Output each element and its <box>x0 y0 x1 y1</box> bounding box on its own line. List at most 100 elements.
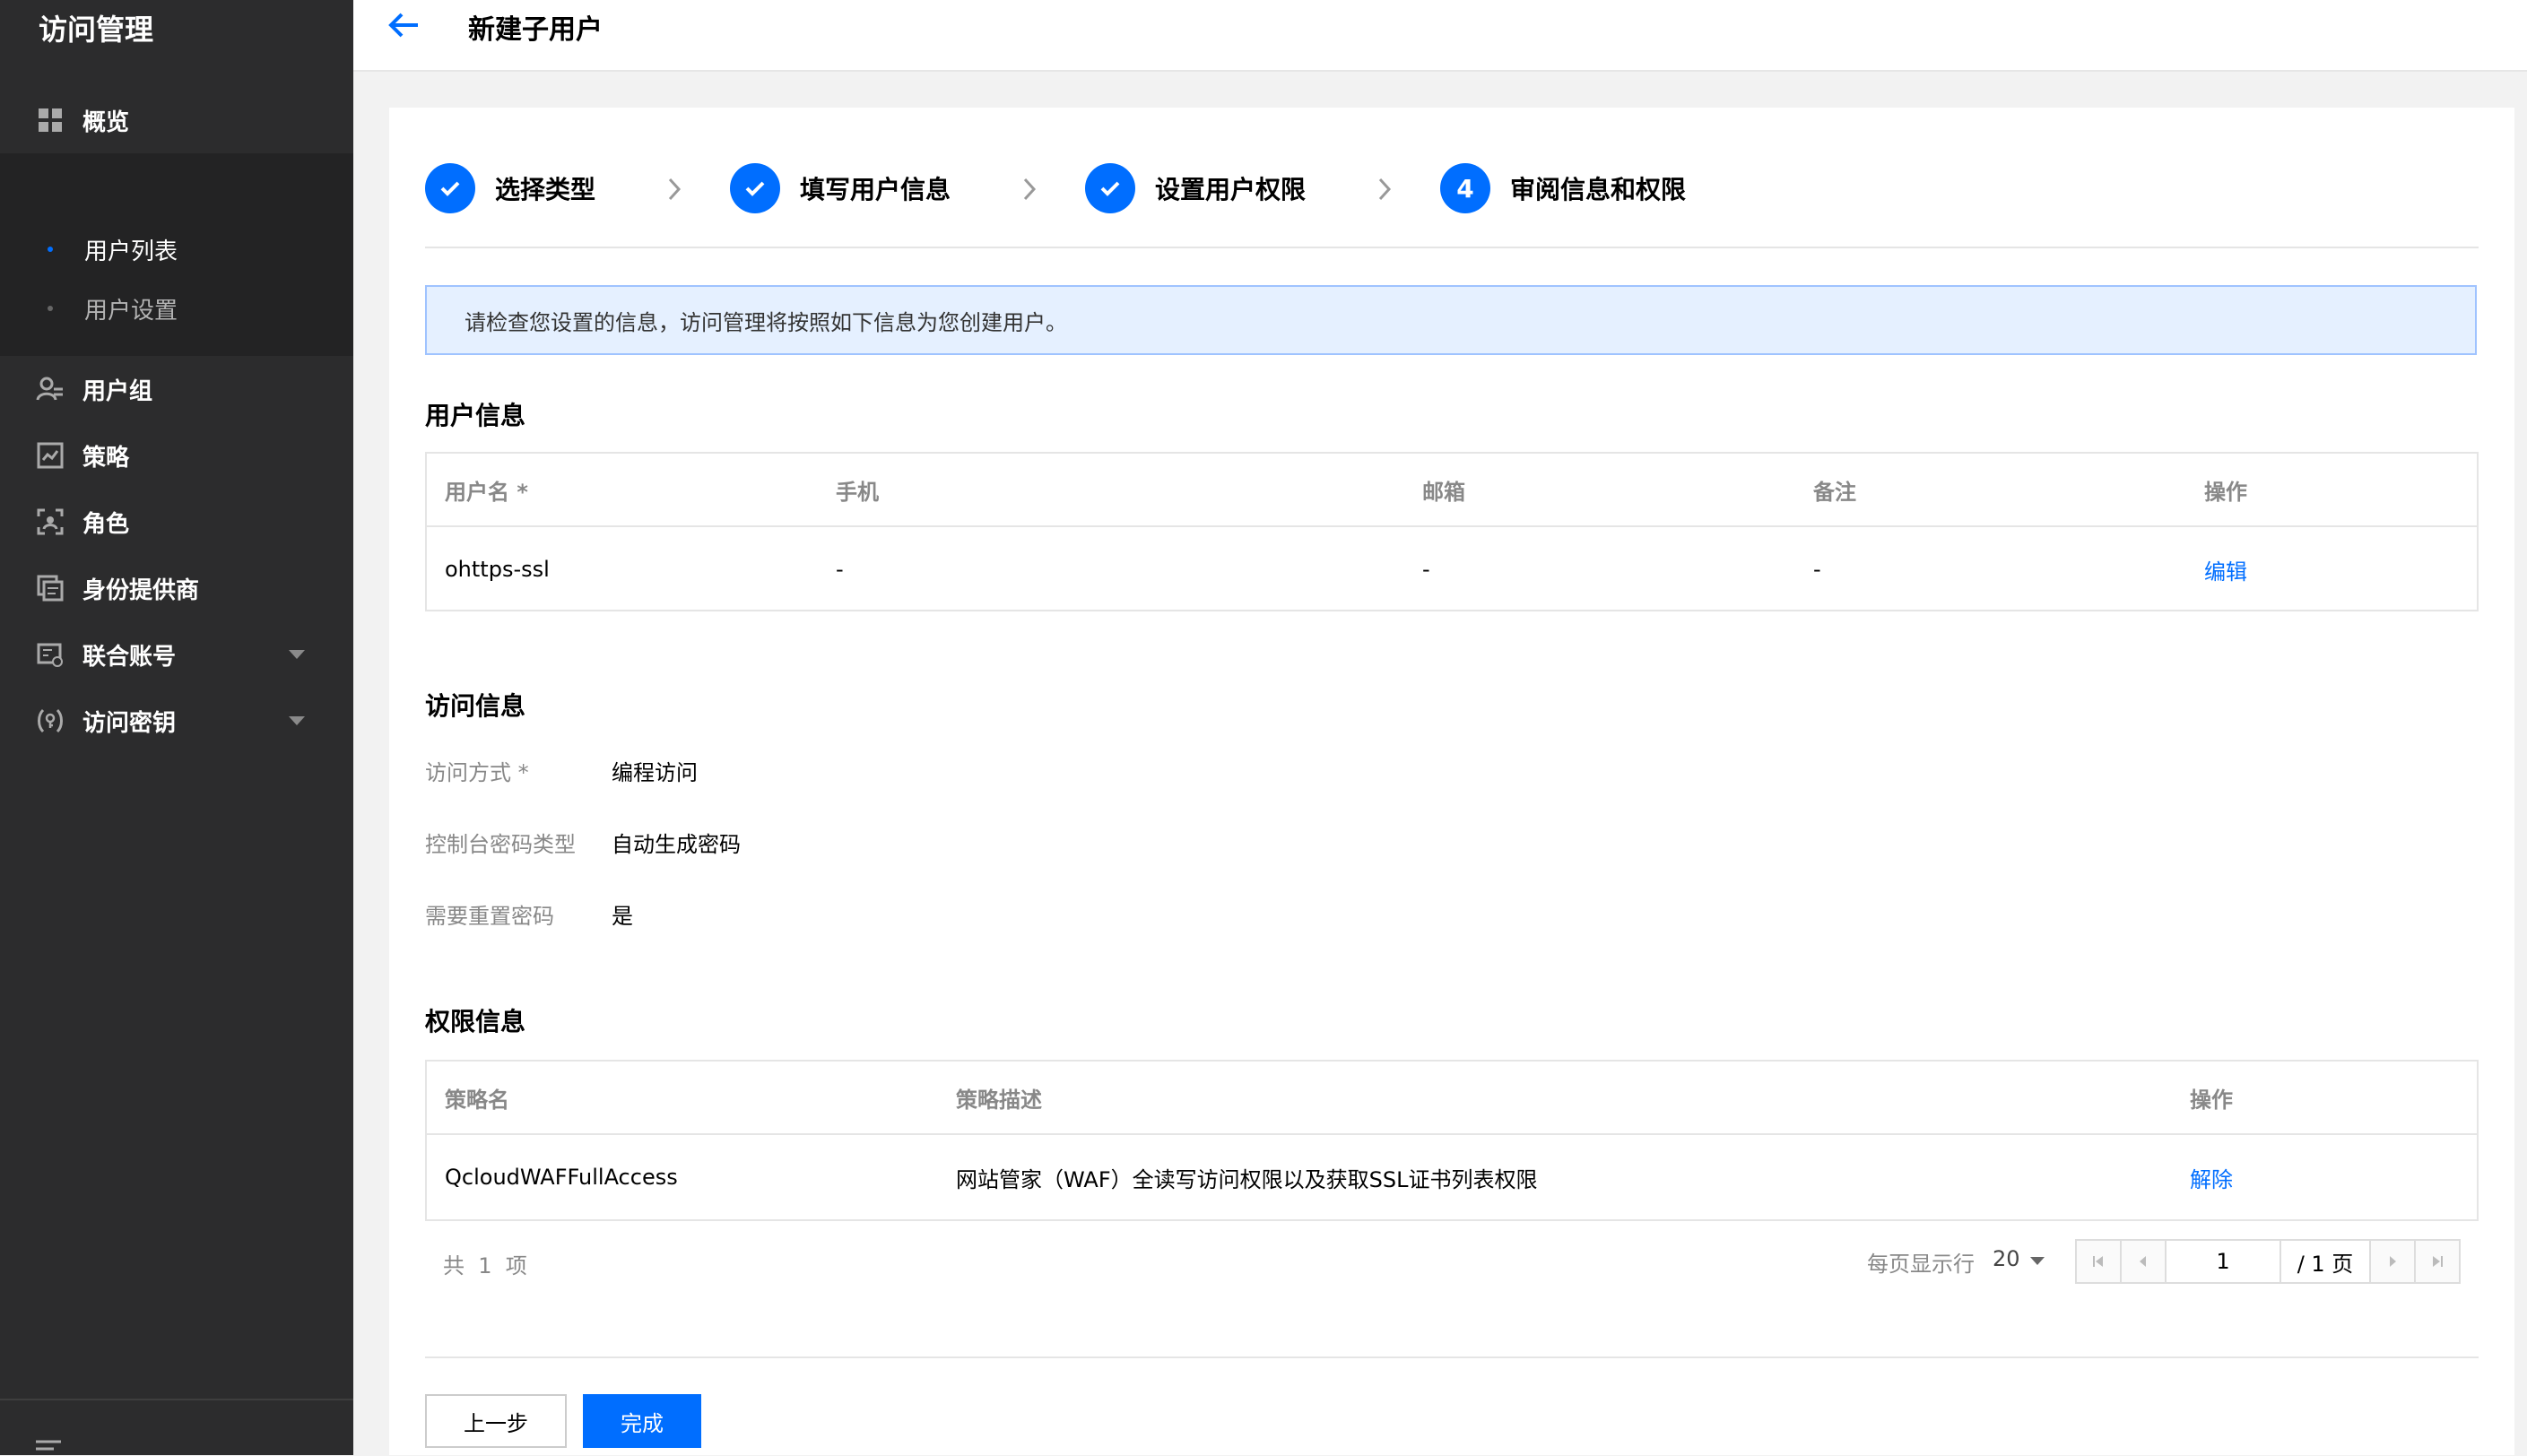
app-title: 访问管理 <box>39 13 154 47</box>
role-icon <box>37 508 64 535</box>
page-header: 新建子用户 <box>353 0 2527 72</box>
page-size-label: 每页显示行 <box>1867 1252 1975 1277</box>
pagination-controls: / 1 页 <box>2075 1239 2461 1284</box>
step-number: 4 <box>1440 163 1490 213</box>
sidebar-subitem-label: 用户列表 <box>84 238 178 265</box>
sidebar-subitem-label: 用户设置 <box>84 297 178 325</box>
email-cell: - <box>1422 557 1430 582</box>
chevron-right-icon <box>1378 178 1392 201</box>
sidebar-item-label: 身份提供商 <box>82 576 200 604</box>
previous-step-button[interactable]: 上一步 <box>425 1394 567 1448</box>
last-page-button[interactable] <box>2416 1241 2460 1282</box>
sidebar-subitem-user-list[interactable]: 用户列表 <box>0 222 353 276</box>
content-card: 选择类型 填写用户信息 设置用户权限 4 审阅信息和权限 请检查您设置的信息，访… <box>389 108 2514 1455</box>
check-icon <box>730 163 780 213</box>
caret-right-icon <box>2389 1256 2396 1267</box>
page-title: 新建子用户 <box>468 14 603 46</box>
sidebar-item-user-groups[interactable]: 用户组 <box>0 358 353 420</box>
field-value-access-method: 编程访问 <box>612 760 698 785</box>
sidebar-item-label: 访问密钥 <box>82 709 177 737</box>
column-header: 策略名 <box>445 1087 509 1113</box>
field-label-reset-password: 需要重置密码 <box>425 904 554 929</box>
prev-page-button[interactable] <box>2122 1241 2167 1282</box>
step-label: 填写用户信息 <box>800 175 951 204</box>
inactive-dot <box>48 306 53 311</box>
last-page-icon <box>2433 1256 2443 1267</box>
chevron-down-icon <box>289 650 305 659</box>
sidebar-item-label: 策略 <box>82 444 130 472</box>
column-header: 邮箱 <box>1422 479 1465 505</box>
sidebar-submenu-users: 用户列表 用户设置 <box>0 153 353 356</box>
sidebar-item-federated-accounts[interactable]: 联合账号 <box>0 623 353 686</box>
sidebar: 访问管理 概览 用户 用户列表 用户设置 用户组 <box>0 0 353 1455</box>
column-header: 操作 <box>2190 1087 2233 1113</box>
chevron-right-icon <box>1023 178 1037 201</box>
grid-icon <box>39 108 62 132</box>
sidebar-item-identity-providers[interactable]: 身份提供商 <box>0 557 353 620</box>
table-header: 用户名 * 手机 邮箱 备注 操作 <box>427 454 2477 527</box>
user-group-icon <box>36 377 63 401</box>
remove-link[interactable]: 解除 <box>2190 1135 2233 1219</box>
sidebar-divider <box>0 1399 353 1400</box>
sidebar-item-access-keys[interactable]: 访问密钥 <box>0 689 353 752</box>
sidebar-item-label: 角色 <box>82 510 130 538</box>
info-notice: 请检查您设置的信息，访问管理将按照如下信息为您创建用户。 <box>425 285 2477 355</box>
field-value-reset-password: 是 <box>612 904 633 929</box>
column-header: 用户名 * <box>445 479 528 505</box>
check-icon <box>425 163 475 213</box>
page-size-select[interactable]: 20 <box>1993 1246 2020 1271</box>
step-review: 4 审阅信息和权限 <box>1440 163 1686 213</box>
arrow-left-icon[interactable] <box>386 11 421 39</box>
identity-provider-icon <box>37 575 64 602</box>
sidebar-item-policies[interactable]: 策略 <box>0 424 353 487</box>
edit-link[interactable]: 编辑 <box>2204 527 2247 611</box>
step-select-type: 选择类型 <box>425 163 595 213</box>
step-label: 审阅信息和权限 <box>1510 175 1687 204</box>
divider <box>425 247 2479 248</box>
username-cell: ohttps-ssl <box>445 557 550 582</box>
next-page-button[interactable] <box>2370 1241 2416 1282</box>
caret-down-icon <box>2030 1257 2045 1265</box>
phone-cell: - <box>836 557 844 582</box>
field-value-password-type: 自动生成密码 <box>612 832 741 857</box>
user-info-table: 用户名 * 手机 邮箱 备注 操作 ohttps-ssl - - - 编辑 <box>425 452 2479 611</box>
divider <box>425 1356 2479 1358</box>
step-indicator: 选择类型 填写用户信息 设置用户权限 4 审阅信息和权限 <box>425 163 2497 213</box>
column-header: 操作 <box>2204 479 2247 505</box>
section-title-permission-info: 权限信息 <box>425 1007 526 1036</box>
step-label: 选择类型 <box>495 175 596 204</box>
field-label-password-type: 控制台密码类型 <box>425 832 576 857</box>
pagination-total: 共 1 项 <box>443 1253 527 1278</box>
policy-icon <box>37 442 64 469</box>
table-row: ohttps-ssl - - - 编辑 <box>427 527 2477 611</box>
access-key-icon <box>38 708 63 733</box>
sidebar-item-overview[interactable]: 概览 <box>0 89 353 152</box>
page-number-input[interactable] <box>2167 1241 2282 1282</box>
sidebar-item-roles[interactable]: 角色 <box>0 490 353 553</box>
policy-description-cell: 网站管家（WAF）全读写访问权限以及获取SSL证书列表权限 <box>956 1166 1538 1192</box>
active-dot <box>48 247 53 252</box>
step-fill-user-info: 填写用户信息 <box>730 163 951 213</box>
sidebar-item-label: 用户组 <box>82 377 153 405</box>
table-row: QcloudWAFFullAccess 网站管家（WAF）全读写访问权限以及获取… <box>427 1135 2477 1219</box>
chevron-right-icon <box>668 178 682 201</box>
policy-name-cell: QcloudWAFFullAccess <box>445 1165 678 1190</box>
column-header: 手机 <box>836 479 879 505</box>
column-header: 策略描述 <box>956 1087 1042 1113</box>
chevron-down-icon <box>289 716 305 725</box>
federated-account-icon <box>37 643 63 667</box>
section-title-access-info: 访问信息 <box>425 691 526 721</box>
remark-cell: - <box>1813 557 1821 582</box>
menu-collapse-icon[interactable] <box>34 1438 63 1456</box>
sidebar-item-label: 概览 <box>82 108 130 136</box>
caret-left-icon <box>2140 1256 2147 1267</box>
check-icon <box>1085 163 1135 213</box>
table-header: 策略名 策略描述 操作 <box>427 1062 2477 1135</box>
sidebar-subitem-user-settings[interactable]: 用户设置 <box>0 282 353 335</box>
permission-table: 策略名 策略描述 操作 QcloudWAFFullAccess 网站管家（WAF… <box>425 1060 2479 1221</box>
step-set-permissions: 设置用户权限 <box>1085 163 1306 213</box>
sidebar-item-label: 联合账号 <box>82 643 177 671</box>
complete-button[interactable]: 完成 <box>583 1394 701 1448</box>
first-page-button[interactable] <box>2077 1241 2123 1282</box>
field-label-access-method: 访问方式 * <box>425 760 529 785</box>
